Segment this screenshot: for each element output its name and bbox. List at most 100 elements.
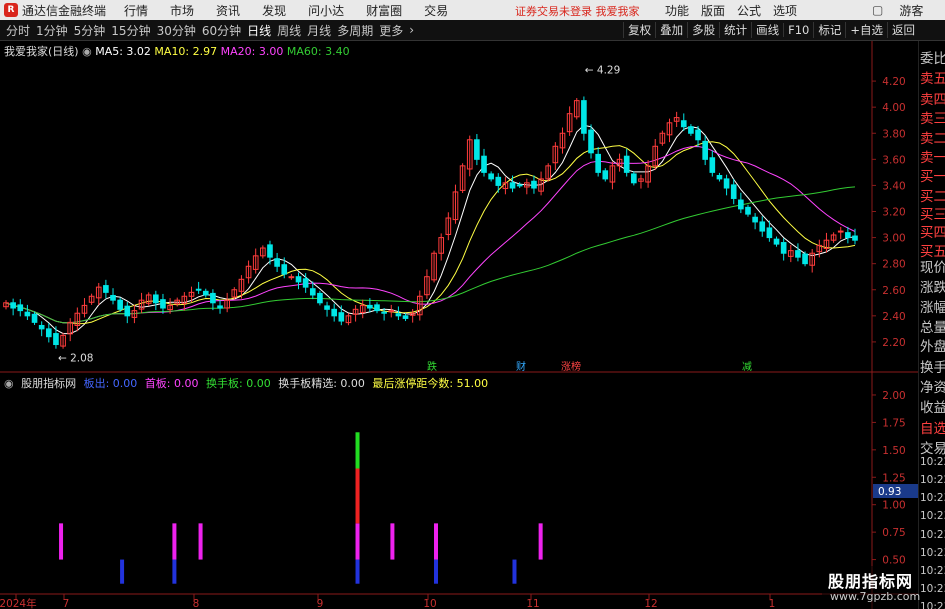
candle-body	[53, 333, 59, 346]
price-tick-label: 2.20	[882, 337, 905, 349]
side-panel-label: 买四	[920, 225, 945, 241]
statistics-button[interactable]: 统计	[719, 22, 751, 38]
signal-bar	[434, 523, 438, 560]
toggle-icon[interactable]: ◉	[4, 377, 14, 390]
period-timeshare[interactable]: 分时	[6, 22, 30, 39]
stock-name[interactable]: 我爱我家(日线)	[4, 45, 79, 58]
candle-body	[324, 305, 330, 310]
draw-line-button[interactable]: 画线	[751, 22, 783, 38]
period-multi[interactable]: 多周期	[337, 22, 373, 39]
f10-button[interactable]: F10	[783, 23, 813, 37]
menu-market-quotes[interactable]: 行情	[124, 2, 148, 19]
side-panel-label[interactable]: 交易	[920, 437, 945, 457]
period-1min[interactable]: 1分钟	[36, 22, 68, 39]
menu-trade[interactable]: 交易	[424, 2, 448, 19]
side-panel-label: 10:23	[920, 547, 945, 559]
period-30min[interactable]: 30分钟	[157, 22, 196, 39]
mark-button[interactable]: 标记	[813, 22, 845, 38]
ma-line-ma20	[5, 145, 856, 324]
app-title: 通达信金融终端	[22, 3, 107, 18]
candle-body	[288, 276, 295, 279]
watermark-url: www.7gpzb.com	[830, 590, 921, 603]
candle-body	[160, 299, 166, 309]
ma-line-ma60	[5, 186, 856, 324]
time-tick-label: 12	[644, 598, 657, 609]
candle-body	[581, 100, 587, 134]
login-status[interactable]: 证券交易未登录 我爱我家	[515, 3, 640, 19]
menu-discover[interactable]: 发现	[262, 2, 286, 19]
candle-body	[103, 285, 109, 293]
minimize-icon[interactable]: ▢	[872, 3, 883, 17]
menu-ask[interactable]: 问小达	[308, 2, 344, 19]
period-60min[interactable]: 60分钟	[202, 22, 241, 39]
side-panel-label: 10:23	[920, 492, 945, 504]
time-tick-label: 1	[769, 598, 776, 609]
signal-bar	[120, 559, 125, 584]
high-annotation: ← 4.29	[585, 64, 621, 76]
quote-side-panel: 委比 卖五 卖四 卖三 卖二 卖一 买一 买二 买三 买四 买五 现价 涨跌 涨幅 总量 外盘 换手 净资 收益 自选…	[918, 41, 945, 609]
menu-news[interactable]: 资讯	[216, 2, 240, 19]
kline-chart[interactable]: 4.20 4.00 3.80 3.60 3.40 3.20 3.00 2.80 2.60 2.40…	[0, 41, 918, 609]
candle-body	[274, 258, 280, 267]
adjust-button[interactable]: 复权	[623, 22, 655, 38]
candle-body	[802, 253, 808, 265]
toggle-icon[interactable]: ◉	[82, 45, 92, 58]
time-tick-label: 7	[63, 598, 70, 609]
candle-body	[738, 199, 744, 210]
menu-layout[interactable]: 版面	[701, 2, 725, 19]
side-panel-label: 10:22	[920, 456, 945, 468]
back-button[interactable]: 返回	[887, 22, 919, 38]
period-monthly[interactable]: 月线	[307, 22, 331, 39]
indicator-value-text: 0.93	[878, 486, 901, 498]
ma20-value: MA20: 3.00	[220, 45, 284, 58]
side-panel-label: 10:23	[920, 510, 945, 522]
candle-body	[631, 173, 637, 184]
candle-body	[367, 304, 373, 309]
candle-body	[852, 235, 858, 241]
period-5min[interactable]: 5分钟	[74, 22, 106, 39]
period-15min[interactable]: 15分钟	[111, 22, 150, 39]
price-tick-label: 3.20	[882, 207, 905, 219]
menu-wealth[interactable]: 财富圈	[366, 2, 402, 19]
candle-body	[331, 308, 338, 317]
candle-body	[295, 276, 302, 283]
chevron-right-icon[interactable]: ›	[409, 23, 414, 37]
period-more[interactable]: 更多	[379, 22, 403, 39]
candle-body	[759, 221, 766, 232]
period-weekly[interactable]: 周线	[277, 22, 301, 39]
candle-body	[374, 304, 380, 312]
price-tick-label: 2.40	[882, 311, 905, 323]
side-panel-label: 卖三	[920, 111, 945, 127]
candle-body	[745, 206, 751, 215]
indicator-item: 换手板: 0.00	[206, 377, 271, 390]
overlay-button[interactable]: 叠加	[655, 22, 687, 38]
candle-body	[45, 328, 52, 338]
candle-body	[317, 292, 323, 304]
indicator-tick-label: 0.50	[882, 555, 905, 567]
period-daily[interactable]: 日线	[247, 22, 271, 39]
price-tick-label: 4.20	[882, 76, 905, 88]
time-tick-label: 11	[526, 598, 539, 609]
ma5-value: MA5: 3.02	[95, 45, 151, 58]
candle-body	[117, 299, 123, 310]
indicator-tick-label: 2.00	[882, 390, 905, 402]
indicator-tick-label: 1.75	[882, 417, 905, 429]
title-bar: R 通达信金融终端 行情 市场 资讯 发现 问小达 财富圈 交易 证券交易未登录…	[0, 0, 945, 20]
candle-body	[752, 216, 758, 223]
candle-body	[38, 324, 45, 330]
menu-options[interactable]: 选项	[773, 2, 797, 19]
menu-function[interactable]: 功能	[665, 2, 689, 19]
side-panel-label[interactable]: 自选	[920, 417, 945, 437]
side-panel-label: 买三	[920, 207, 945, 223]
menu-formula[interactable]: 公式	[737, 2, 761, 19]
indicator-name[interactable]: 股朋指标网	[21, 377, 76, 390]
side-panel-label: 涨幅	[920, 300, 945, 316]
signal-bar	[355, 523, 360, 560]
multi-stock-button[interactable]: 多股	[687, 22, 719, 38]
user-label[interactable]: 游客	[899, 2, 923, 19]
menu-market[interactable]: 市场	[170, 2, 194, 19]
candle-body	[716, 175, 723, 180]
side-panel-label: 卖二	[920, 131, 945, 147]
signal-bar	[434, 559, 438, 584]
add-watchlist-button[interactable]: +自选	[845, 22, 887, 38]
